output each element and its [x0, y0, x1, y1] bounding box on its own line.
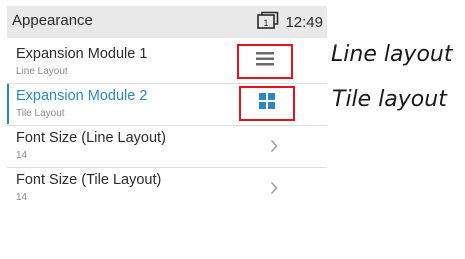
- menu-item-label: Font Size (Line Layout): [16, 130, 166, 146]
- chevron-right-icon: [270, 181, 278, 200]
- menu-item-label: Expansion Module 1: [16, 46, 148, 62]
- chevron-right-icon: [270, 139, 278, 158]
- menu-item-value: Tile Layout: [16, 108, 65, 119]
- page-title: Appearance: [12, 12, 93, 29]
- menu-item-expansion-module-2[interactable]: Expansion Module 2 Tile Layout: [7, 84, 327, 124]
- menu-item-value: 14: [16, 150, 28, 161]
- status-area: 1 12:49: [257, 11, 323, 34]
- menu-item-font-size-line[interactable]: Font Size (Line Layout) 14: [7, 126, 327, 166]
- callout-line-layout: Line layout: [331, 42, 453, 67]
- status-bar: Appearance 1 12:49: [7, 6, 327, 38]
- lock-digit: 1: [264, 18, 269, 28]
- menu-item-expansion-module-1[interactable]: Expansion Module 1 Line Layout: [7, 42, 327, 82]
- tiles-grid-icon: [259, 93, 275, 114]
- list-lines-icon: [256, 52, 274, 71]
- lock-indicator-icon: 1: [257, 11, 279, 34]
- menu-item-value: 14: [16, 192, 28, 203]
- menu-item-label: Font Size (Tile Layout): [16, 172, 162, 188]
- line-layout-highlight: [237, 44, 293, 79]
- phone-screen: Appearance 1 12:49 Expansion Module 1 Li…: [7, 6, 327, 254]
- clock-time: 12:49: [285, 14, 323, 31]
- menu-item-font-size-tile[interactable]: Font Size (Tile Layout) 14: [7, 168, 327, 208]
- tile-layout-highlight: [239, 86, 295, 121]
- menu-item-label: Expansion Module 2: [16, 88, 148, 104]
- callout-tile-layout: Tile layout: [332, 87, 447, 112]
- menu-item-value: Line Layout: [16, 66, 68, 77]
